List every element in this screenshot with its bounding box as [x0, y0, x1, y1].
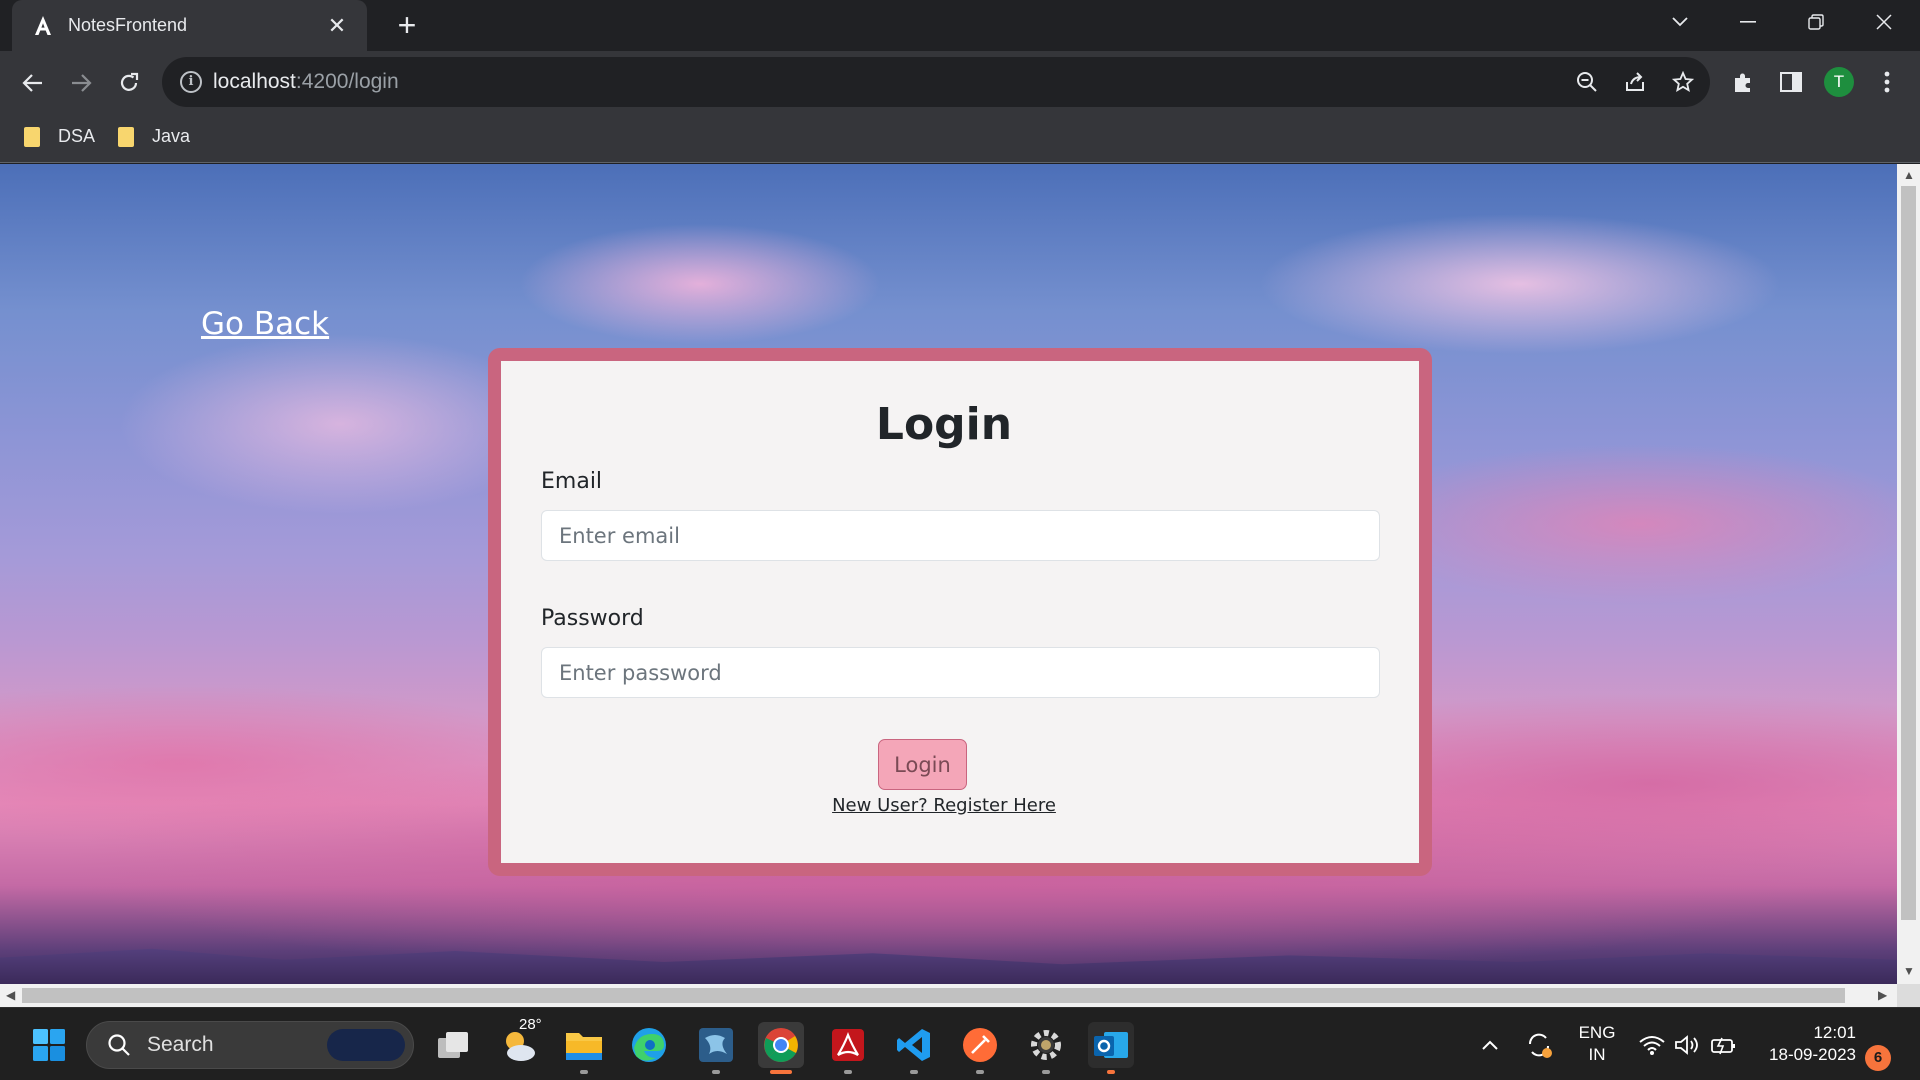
minimize-button[interactable] — [1720, 0, 1776, 44]
battery-icon[interactable] — [1702, 1022, 1746, 1068]
login-card: Login Email Password Login New User? Reg… — [501, 361, 1419, 863]
site-info-icon[interactable]: i — [180, 71, 202, 93]
active-indicator — [770, 1070, 792, 1074]
menu-kebab-icon[interactable] — [1872, 67, 1902, 97]
windows-start-icon[interactable] — [26, 1022, 72, 1068]
side-panel-icon[interactable] — [1776, 67, 1806, 97]
tab-close-icon[interactable]: ✕ — [325, 13, 349, 39]
acrobat-icon[interactable] — [825, 1022, 871, 1068]
login-button[interactable]: Login — [878, 739, 967, 790]
task-view-icon[interactable] — [430, 1022, 476, 1068]
scroll-right-icon[interactable]: ▶ — [1878, 988, 1887, 1002]
scrollbar-corner — [1897, 984, 1920, 1007]
settings-gear-icon[interactable] — [1023, 1022, 1069, 1068]
tab-strip: NotesFrontend ✕ + — [0, 0, 1920, 51]
mountain-silhouette — [0, 948, 1897, 984]
vertical-scrollbar[interactable]: ▲ ▼ — [1897, 164, 1920, 984]
chrome-icon[interactable] — [758, 1022, 804, 1068]
search-label: Search — [147, 1033, 214, 1056]
running-indicator — [976, 1070, 984, 1074]
url-text[interactable]: localhost:4200/login — [213, 70, 399, 94]
restore-button[interactable] — [1788, 0, 1844, 44]
scroll-down-icon[interactable]: ▼ — [1903, 964, 1915, 978]
bookmark-folder-java[interactable]: Java — [118, 126, 190, 147]
password-field[interactable] — [541, 647, 1380, 698]
language-label: ENG — [1578, 1023, 1616, 1042]
bookmark-label: DSA — [58, 126, 96, 146]
bookmark-star-icon[interactable] — [1670, 69, 1696, 95]
search-icon — [108, 1034, 130, 1056]
chevron-up-icon[interactable] — [1467, 1022, 1513, 1068]
password-label: Password — [541, 606, 644, 631]
tab-title: NotesFrontend — [68, 15, 188, 35]
bookmark-label: Java — [152, 126, 191, 146]
angular-icon — [32, 15, 54, 37]
search-highlight-badge — [327, 1029, 405, 1061]
horizontal-scrollbar[interactable]: ◀ ▶ — [0, 984, 1897, 1007]
reload-icon[interactable] — [110, 64, 148, 102]
email-label: Email — [541, 469, 603, 494]
extensions-icon[interactable] — [1728, 67, 1758, 97]
register-link[interactable]: New User? Register Here — [501, 795, 1387, 816]
page-title: Login — [875, 399, 1013, 450]
running-indicator — [580, 1070, 588, 1074]
email-field[interactable] — [541, 510, 1380, 561]
outlook-icon[interactable] — [1088, 1022, 1134, 1068]
file-explorer-icon[interactable] — [561, 1022, 607, 1068]
go-back-link[interactable]: Go Back — [201, 306, 329, 342]
back-arrow-icon[interactable] — [14, 64, 52, 102]
edge-icon[interactable] — [626, 1022, 672, 1068]
new-tab-button[interactable]: + — [390, 8, 424, 42]
scroll-left-icon[interactable]: ◀ — [6, 988, 15, 1002]
horizontal-scroll-thumb[interactable] — [22, 988, 1845, 1003]
sync-icon[interactable] — [1516, 1022, 1562, 1068]
page-viewport: Go Back Login Email Password Login New U… — [0, 164, 1897, 984]
windows-taskbar: Search 28° ENG IN 12:01 18-09-2023 6 — [0, 1007, 1920, 1080]
zoom-icon[interactable] — [1574, 69, 1600, 95]
language-indicator[interactable]: ENG IN — [1574, 1022, 1620, 1066]
clock[interactable]: 12:01 18-09-2023 — [1756, 1022, 1856, 1066]
mysql-workbench-icon[interactable] — [693, 1022, 739, 1068]
notification-badge[interactable]: 6 — [1865, 1045, 1891, 1071]
clock-time: 12:01 — [1813, 1023, 1856, 1042]
close-window-button[interactable] — [1856, 0, 1912, 44]
browser-tab[interactable]: NotesFrontend ✕ — [12, 0, 367, 51]
bookmark-folder-dsa[interactable]: DSA — [24, 126, 95, 147]
weather-icon[interactable]: 28° — [497, 1016, 543, 1068]
folder-icon — [118, 126, 134, 147]
taskbar-search[interactable]: Search — [86, 1021, 414, 1069]
scroll-up-icon[interactable]: ▲ — [1903, 168, 1915, 182]
postman-icon[interactable] — [957, 1022, 1003, 1068]
share-icon[interactable] — [1622, 69, 1648, 95]
login-card-frame: Login Email Password Login New User? Reg… — [488, 348, 1432, 876]
running-indicator — [844, 1070, 852, 1074]
address-bar[interactable]: i localhost:4200/login — [162, 57, 1710, 107]
running-indicator — [712, 1070, 720, 1074]
weather-temp: 28° — [519, 1016, 542, 1033]
region-label: IN — [1588, 1045, 1606, 1064]
profile-avatar[interactable]: T — [1824, 67, 1854, 97]
running-indicator — [1042, 1070, 1050, 1074]
running-indicator — [910, 1070, 918, 1074]
tab-search-icon[interactable] — [1652, 0, 1708, 44]
vertical-scroll-thumb[interactable] — [1901, 186, 1916, 920]
clock-date: 18-09-2023 — [1769, 1045, 1856, 1064]
bookmarks-bar: DSA Java — [0, 114, 1920, 163]
forward-arrow-icon[interactable] — [62, 64, 100, 102]
active-indicator — [1107, 1070, 1115, 1074]
folder-icon — [24, 126, 40, 147]
vscode-icon[interactable] — [891, 1022, 937, 1068]
